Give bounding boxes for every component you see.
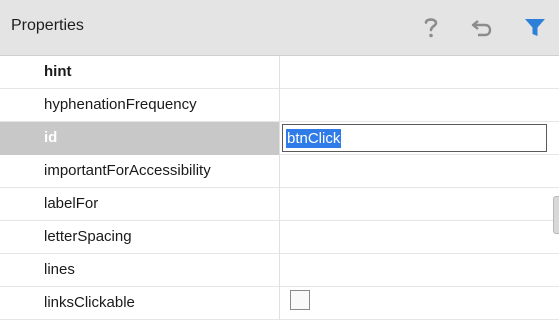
property-name: labelFor bbox=[44, 195, 99, 212]
property-value-cell[interactable] bbox=[280, 155, 559, 188]
property-row-linksClickable[interactable]: linksClickable bbox=[0, 287, 559, 320]
property-row-lines[interactable]: lines bbox=[0, 254, 559, 287]
property-name: linksClickable bbox=[44, 294, 135, 311]
panel-title: Properties bbox=[11, 17, 84, 34]
scrollbar-thumb[interactable] bbox=[553, 196, 559, 234]
property-name-cell: hint bbox=[0, 56, 280, 89]
properties-header: Properties bbox=[0, 0, 559, 56]
property-name-cell: linksClickable bbox=[0, 287, 280, 320]
property-row-importantForAccessibility[interactable]: importantForAccessibility bbox=[0, 155, 559, 188]
selected-text: btnClick bbox=[286, 129, 342, 148]
property-value-cell[interactable] bbox=[280, 254, 559, 287]
property-grid: hint hyphenationFrequency id btnClick im… bbox=[0, 56, 559, 320]
property-name: id bbox=[44, 129, 58, 146]
property-row-letterSpacing[interactable]: letterSpacing bbox=[0, 221, 559, 254]
help-icon[interactable] bbox=[418, 14, 444, 40]
property-name-cell: importantForAccessibility bbox=[0, 155, 280, 188]
property-name: lines bbox=[44, 261, 75, 278]
property-name: letterSpacing bbox=[44, 228, 132, 245]
property-name-cell: hyphenationFrequency bbox=[0, 89, 280, 122]
undo-icon[interactable] bbox=[469, 14, 495, 40]
property-row-hint[interactable]: hint bbox=[0, 56, 559, 89]
property-value-cell[interactable] bbox=[280, 221, 559, 254]
property-value-cell[interactable] bbox=[280, 89, 559, 122]
property-name: hyphenationFrequency bbox=[44, 96, 197, 113]
property-name-cell: id bbox=[0, 122, 280, 155]
property-name-cell: labelFor bbox=[0, 188, 280, 221]
property-value-cell[interactable] bbox=[280, 188, 559, 221]
property-name-cell: letterSpacing bbox=[0, 221, 280, 254]
property-name: hint bbox=[44, 63, 72, 80]
filter-icon[interactable] bbox=[522, 14, 548, 40]
id-value-input[interactable]: btnClick bbox=[282, 124, 547, 152]
property-row-labelFor[interactable]: labelFor bbox=[0, 188, 559, 221]
property-row-hyphenationFrequency[interactable]: hyphenationFrequency bbox=[0, 89, 559, 122]
properties-panel: Properties hint hyphenationFrequency id … bbox=[0, 0, 559, 327]
property-row-id[interactable]: id btnClick bbox=[0, 122, 559, 155]
property-value-cell[interactable] bbox=[280, 56, 559, 89]
property-name-cell: lines bbox=[0, 254, 280, 287]
property-name: importantForAccessibility bbox=[44, 162, 211, 179]
property-value-cell[interactable] bbox=[280, 287, 559, 320]
links-clickable-checkbox[interactable] bbox=[290, 290, 310, 310]
